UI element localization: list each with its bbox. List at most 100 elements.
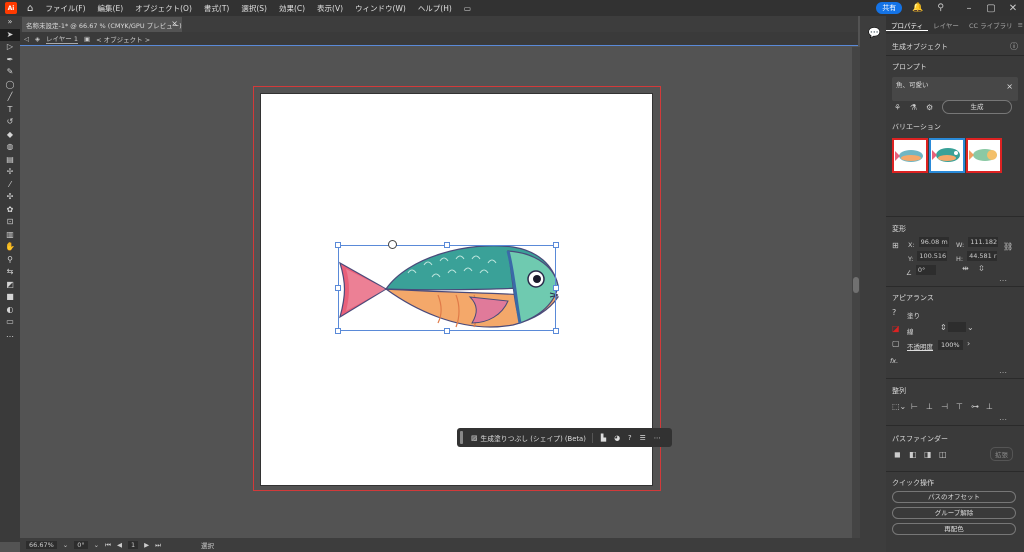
fill-stroke-icon[interactable]: ◩ (0, 279, 20, 292)
recolor-icon[interactable]: ◕ (614, 434, 620, 442)
zoom-tool-icon[interactable]: ⚲ (0, 254, 20, 267)
back-arrow-icon[interactable]: ◁ (24, 35, 29, 43)
collapse-toolbar-icon[interactable]: » (0, 16, 20, 29)
gradient-tool-icon[interactable]: ▤ (0, 154, 20, 167)
variation-thumbnail-2[interactable] (929, 138, 965, 173)
more-options-icon[interactable]: ⋯ (654, 434, 661, 442)
variation-thumbnail-3[interactable] (966, 138, 1002, 173)
rotate-tool-icon[interactable]: ↺ (0, 116, 20, 129)
close-tab-icon[interactable]: × (171, 19, 178, 28)
eraser-tool-icon[interactable]: ◆ (0, 129, 20, 142)
prev-artboard-icon[interactable]: ◀ (117, 541, 122, 549)
tab-libraries[interactable]: CC ライブラリ (964, 20, 1018, 30)
home-icon[interactable]: ⌂ (27, 3, 33, 14)
last-artboard-icon[interactable]: ⏭ (155, 541, 161, 550)
align-left-icon[interactable]: ⊢ (911, 402, 918, 411)
w-field[interactable]: W: 111.182 (956, 237, 999, 249)
align-bottom-icon[interactable]: ⊥ (986, 402, 993, 411)
opacity-swatch-icon[interactable]: ▢ (892, 339, 900, 348)
menu-file[interactable]: ファイル(F) (45, 3, 85, 14)
graph-tool-icon[interactable]: ▥ (0, 229, 20, 242)
constrain-proportions-icon[interactable]: ⛓ (1003, 242, 1013, 251)
flip-vertical-icon[interactable]: ⇳ (978, 264, 985, 273)
pen-tool-icon[interactable]: ✒ (0, 54, 20, 67)
artboard-tool-icon[interactable]: ⊡ (0, 216, 20, 229)
menu-object[interactable]: オブジェクト(O) (135, 3, 192, 14)
menu-view[interactable]: 表示(V) (317, 3, 343, 14)
stroke-swatch-icon[interactable]: ◪ (892, 324, 900, 333)
exclude-icon[interactable]: ◫ (939, 450, 947, 459)
draw-mode-icon[interactable]: ◐ (0, 304, 20, 317)
intersect-icon[interactable]: ◨ (924, 450, 932, 459)
generate-button[interactable]: 生成 (942, 100, 1012, 114)
breadcrumb-layer[interactable]: レイヤー 1 (46, 33, 79, 44)
blend-tool-icon[interactable]: ✣ (0, 191, 20, 204)
stroke-weight-dropdown-icon[interactable]: ⌄ (967, 323, 974, 332)
minimize-icon[interactable]: – (958, 3, 980, 14)
swap-colors-icon[interactable]: ⇆ (0, 266, 20, 279)
align-top-icon[interactable]: ⊤ (956, 402, 963, 411)
resize-handle-tl[interactable] (335, 242, 341, 248)
resize-handle-tr[interactable] (553, 242, 559, 248)
paintbrush-tool-icon[interactable]: ╱ (0, 91, 20, 104)
ellipse-tool-icon[interactable]: ◯ (0, 79, 20, 92)
transform-more-icon[interactable]: ⋯ (999, 276, 1007, 285)
align-to-icon[interactable]: ⬚⌄ (892, 402, 906, 411)
variation-thumbnail-1[interactable] (892, 138, 928, 173)
canvas[interactable] (20, 47, 852, 538)
hand-tool-icon[interactable]: ✋ (0, 241, 20, 254)
first-artboard-icon[interactable]: ⏮ (105, 541, 111, 550)
x-value[interactable]: 96.08 m (918, 237, 949, 247)
y-value[interactable]: 100.516 (917, 251, 948, 261)
maximize-icon[interactable]: ▢ (980, 3, 1002, 14)
offset-path-button[interactable]: パスのオフセット (892, 491, 1016, 503)
tab-properties[interactable]: プロパティ (886, 20, 929, 31)
angle-field[interactable]: ∠ 0° (906, 265, 936, 277)
resize-handle-mr[interactable] (553, 285, 559, 291)
h-value[interactable]: 44.581 r (967, 251, 998, 261)
shape-builder-tool-icon[interactable]: ◍ (0, 141, 20, 154)
zoom-level[interactable]: 66.67% (26, 541, 57, 549)
generative-badge-icon[interactable] (388, 240, 397, 249)
reference-point-icon[interactable]: ⊞ (892, 241, 899, 250)
next-artboard-icon[interactable]: ▶ (144, 541, 149, 549)
info-icon[interactable]: ⓘ (1010, 41, 1018, 52)
close-window-icon[interactable]: ✕ (1002, 3, 1024, 14)
panel-menu-icon[interactable]: ≡ (1018, 21, 1023, 29)
rotation-value[interactable]: 0° (74, 541, 88, 549)
more-tools-icon[interactable]: … (0, 329, 20, 342)
reference-icon[interactable]: ⚘ (894, 103, 901, 112)
align-icon[interactable]: ▙ (601, 434, 606, 442)
minus-front-icon[interactable]: ◧ (909, 450, 917, 459)
menu-window[interactable]: ウィンドウ(W) (355, 3, 406, 14)
align-vcenter-icon[interactable]: ⊶ (971, 402, 979, 411)
menu-lines-icon[interactable]: ☰ (640, 434, 646, 442)
symbol-sprayer-tool-icon[interactable]: ✿ (0, 204, 20, 217)
resize-handle-bm[interactable] (444, 328, 450, 334)
stroke-weight-field[interactable] (948, 322, 966, 332)
align-right-icon[interactable]: ⊣ (941, 402, 948, 411)
x-field[interactable]: X: 96.08 m (908, 237, 949, 249)
menu-type[interactable]: 書式(T) (204, 3, 229, 14)
unite-icon[interactable]: ◼ (894, 450, 901, 459)
search-icon[interactable]: ⚲ (937, 3, 944, 13)
vertical-scrollbar[interactable] (852, 47, 860, 538)
align-more-icon[interactable]: ⋯ (999, 415, 1007, 424)
drag-handle[interactable] (460, 431, 463, 444)
help-icon[interactable]: ? (628, 434, 632, 442)
generative-fill-button[interactable]: ▨ 生成塗りつぶし (シェイプ) (Beta) (471, 432, 593, 443)
share-button[interactable]: 共有 (876, 2, 903, 14)
document-tab[interactable]: 名称未設定-1* @ 66.67 % (CMYK/GPU プレビュー) × (22, 17, 182, 32)
type-tool-icon[interactable]: T (0, 104, 20, 117)
direct-selection-tool-icon[interactable]: ▷ (0, 41, 20, 54)
h-field[interactable]: H: 44.581 r (956, 251, 998, 263)
bell-icon[interactable]: 🔔 (912, 3, 923, 13)
arrange-documents-icon[interactable]: ▭ (464, 4, 471, 13)
color-mode-icon[interactable]: ■ (0, 291, 20, 304)
opacity-arrow-icon[interactable]: › (967, 339, 970, 348)
tab-layers[interactable]: レイヤー (928, 20, 964, 30)
y-field[interactable]: Y: 100.516 (908, 251, 948, 263)
clear-prompt-icon[interactable]: × (1006, 82, 1013, 91)
opacity-label[interactable]: 不透明度 (907, 341, 933, 351)
resize-handle-bl[interactable] (335, 328, 341, 334)
